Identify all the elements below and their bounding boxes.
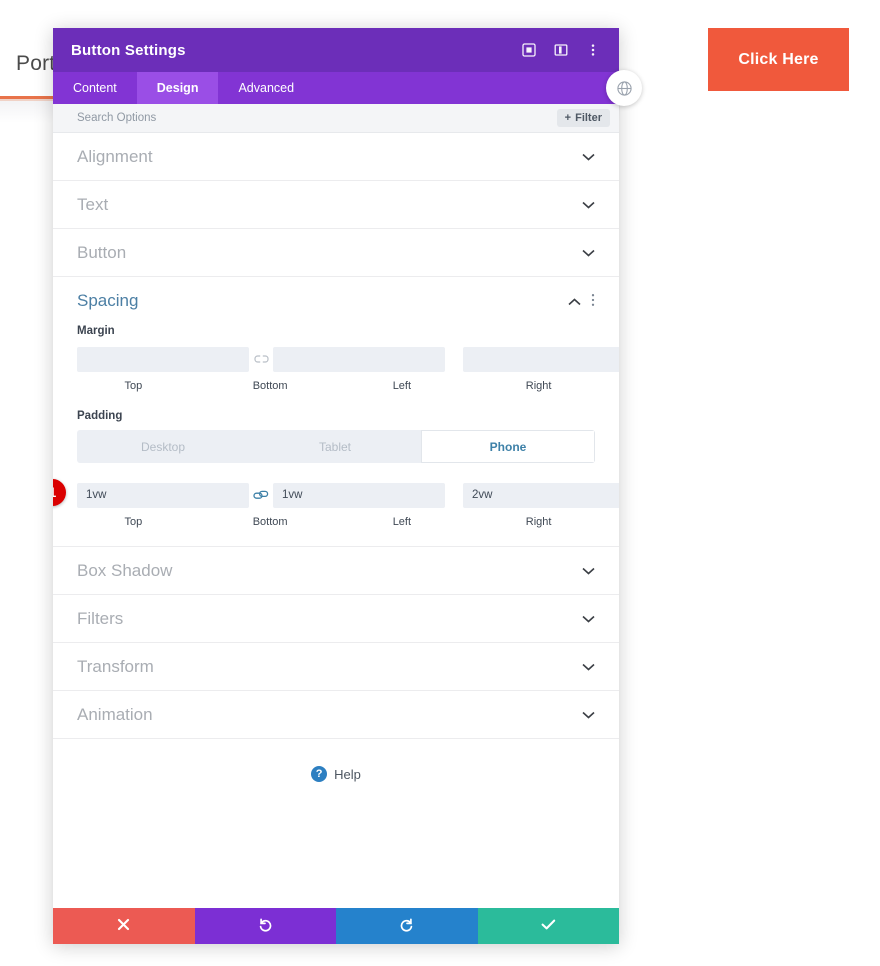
padding-inputs-row — [77, 481, 595, 509]
tab-advanced[interactable]: Advanced — [218, 72, 314, 104]
modal-tab-bar: Content Design Advanced — [53, 72, 619, 104]
padding-inputs-wrapper: 1 — [77, 481, 595, 528]
chevron-down-icon — [582, 660, 595, 673]
link-unlinked-icon[interactable] — [249, 353, 273, 365]
close-x-icon — [117, 918, 130, 935]
margin-right-label: Right — [482, 380, 595, 392]
link-linked-icon[interactable] — [249, 489, 273, 502]
section-alignment[interactable]: Alignment — [53, 133, 619, 181]
tab-content[interactable]: Content — [53, 72, 137, 104]
section-animation[interactable]: Animation — [53, 691, 619, 739]
step-number-badge: 1 — [53, 479, 66, 506]
padding-bottom-input[interactable] — [273, 483, 445, 508]
section-filters[interactable]: Filters — [53, 595, 619, 643]
padding-left-right-group — [463, 483, 619, 508]
section-text[interactable]: Text — [53, 181, 619, 229]
chevron-down-icon — [582, 612, 595, 625]
margin-left-input[interactable] — [463, 347, 619, 372]
padding-bottom-label: Bottom — [214, 516, 327, 528]
undo-button[interactable] — [195, 908, 337, 944]
search-input[interactable] — [77, 112, 557, 124]
section-transform[interactable]: Transform — [53, 643, 619, 691]
chevron-down-icon — [582, 708, 595, 721]
margin-top-bottom-group — [77, 347, 445, 372]
cancel-button[interactable] — [53, 908, 195, 944]
section-animation-label: Animation — [77, 705, 582, 725]
section-spacing: Spacing Margin — [53, 277, 619, 547]
globe-icon[interactable] — [606, 70, 642, 106]
undo-arrow-icon — [258, 917, 273, 936]
filter-button-label: Filter — [575, 112, 602, 124]
section-transform-label: Transform — [77, 657, 582, 677]
margin-label: Margin — [77, 325, 595, 337]
focus-target-icon[interactable] — [515, 36, 543, 64]
padding-labels-row: Top Bottom Left Right — [77, 516, 595, 528]
margin-left-label: Left — [346, 380, 459, 392]
padding-top-input[interactable] — [77, 483, 249, 508]
padding-left-label: Left — [346, 516, 459, 528]
tab-design[interactable]: Design — [137, 72, 219, 104]
modal-body: Alignment Text Button Spac — [53, 133, 619, 908]
more-options-icon[interactable] — [591, 293, 595, 309]
chevron-down-icon — [582, 150, 595, 163]
padding-top-bottom-group — [77, 483, 445, 508]
section-spacing-title: Spacing — [77, 291, 568, 311]
margin-left-right-group — [463, 347, 619, 372]
button-settings-modal: Button Settings — [53, 28, 619, 944]
padding-right-label: Right — [482, 516, 595, 528]
padding-top-label: Top — [77, 516, 190, 528]
question-mark-icon: ? — [311, 766, 327, 782]
screen-root: Portfolio Click Here Button Settings — [0, 0, 880, 966]
device-tab-phone[interactable]: Phone — [421, 430, 595, 463]
padding-device-tabs: Desktop Tablet Phone — [77, 430, 595, 463]
section-button-label: Button — [77, 243, 582, 263]
section-spacing-actions — [568, 293, 595, 309]
device-tab-tablet[interactable]: Tablet — [249, 430, 421, 463]
section-spacing-header[interactable]: Spacing — [77, 277, 595, 325]
section-button[interactable]: Button — [53, 229, 619, 277]
margin-bottom-label: Bottom — [214, 380, 327, 392]
redo-arrow-icon — [399, 917, 414, 936]
modal-header-actions — [515, 36, 607, 64]
modal-title: Button Settings — [71, 42, 515, 59]
section-text-label: Text — [77, 195, 582, 215]
help-link[interactable]: ? Help — [53, 739, 619, 809]
margin-inputs-row — [77, 345, 595, 373]
margin-labels-row: Top Bottom Left Right — [77, 380, 595, 392]
filter-button[interactable]: + Filter — [557, 109, 610, 127]
help-label: Help — [334, 767, 361, 782]
layout-panel-icon[interactable] — [547, 36, 575, 64]
margin-top-label: Top — [77, 380, 190, 392]
chevron-up-icon[interactable] — [568, 295, 581, 308]
chevron-down-icon — [582, 246, 595, 259]
chevron-down-icon — [582, 564, 595, 577]
plus-icon: + — [565, 112, 571, 124]
margin-top-input[interactable] — [77, 347, 249, 372]
padding-label: Padding — [77, 410, 595, 422]
chevron-down-icon — [582, 198, 595, 211]
section-alignment-label: Alignment — [77, 147, 582, 167]
modal-footer — [53, 908, 619, 944]
click-here-button[interactable]: Click Here — [708, 28, 849, 91]
padding-left-input[interactable] — [463, 483, 619, 508]
search-options-bar: + Filter — [53, 104, 619, 133]
more-options-icon[interactable] — [579, 36, 607, 64]
modal-header: Button Settings — [53, 28, 619, 72]
checkmark-icon — [541, 918, 556, 935]
section-box-shadow[interactable]: Box Shadow — [53, 547, 619, 595]
margin-bottom-input[interactable] — [273, 347, 445, 372]
save-button[interactable] — [478, 908, 620, 944]
section-filters-label: Filters — [77, 609, 582, 629]
redo-button[interactable] — [336, 908, 478, 944]
section-box-shadow-label: Box Shadow — [77, 561, 582, 581]
device-tab-desktop[interactable]: Desktop — [77, 430, 249, 463]
